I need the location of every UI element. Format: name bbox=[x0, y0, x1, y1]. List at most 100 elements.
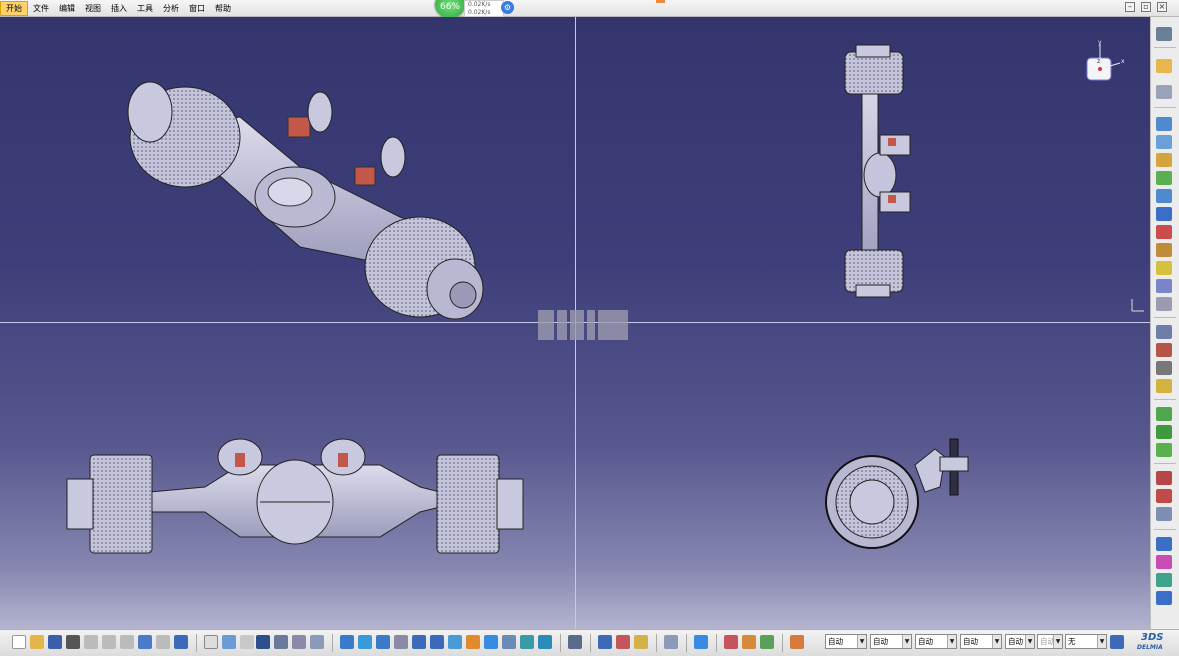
normal-view-icon[interactable] bbox=[448, 635, 462, 649]
3d-viewport[interactable]: y x z bbox=[0, 17, 1150, 629]
bottom-toolbar: 自动 ▼ 自动 ▼ 自动 ▼ 自动 ▼ 自动 ▼ 自动 ▼ 无 ▼ 3DS DELMIA bbox=[0, 629, 1179, 656]
existing-component-icon[interactable] bbox=[1156, 153, 1172, 167]
explode-icon[interactable] bbox=[1156, 279, 1172, 293]
compass-icon[interactable]: y x z bbox=[1080, 38, 1125, 88]
line-weight-dropdown[interactable]: 自动 ▼ bbox=[915, 634, 957, 649]
sectioning-icon[interactable] bbox=[1156, 343, 1172, 357]
insert-new-part-icon[interactable] bbox=[1156, 135, 1172, 149]
painter-icon[interactable] bbox=[1110, 635, 1124, 649]
fix-together-icon[interactable] bbox=[1156, 507, 1172, 521]
point-symbol-dropdown[interactable]: 自动 ▼ bbox=[1005, 634, 1035, 649]
measure-icon[interactable] bbox=[1156, 379, 1172, 393]
knowledge-icon[interactable] bbox=[240, 635, 254, 649]
manipulate-icon[interactable] bbox=[1156, 243, 1172, 257]
line-weight-dropdown-value: 自动 bbox=[918, 637, 933, 646]
hide-show-icon[interactable] bbox=[502, 635, 516, 649]
menu-analyze[interactable]: 分析 bbox=[158, 1, 184, 16]
replace-component-icon[interactable] bbox=[1156, 171, 1172, 185]
sections-icon[interactable] bbox=[310, 635, 324, 649]
new-document-icon[interactable] bbox=[12, 635, 26, 649]
snap-icon[interactable] bbox=[1156, 261, 1172, 275]
transparency-dropdown[interactable]: 自动 ▼ bbox=[870, 634, 912, 649]
graph-tree-icon[interactable] bbox=[1156, 189, 1172, 203]
offset-constraint-icon[interactable] bbox=[1156, 443, 1172, 457]
comment-icon[interactable] bbox=[222, 635, 236, 649]
layer-dropdown[interactable]: 无 ▼ bbox=[1065, 634, 1107, 649]
chevron-down-icon: ▼ bbox=[1025, 635, 1034, 648]
menu-edit[interactable]: 编辑 bbox=[54, 1, 80, 16]
workbench-icon[interactable] bbox=[1156, 27, 1172, 41]
formula-icon[interactable] bbox=[204, 635, 218, 649]
catalog-icon[interactable] bbox=[256, 635, 270, 649]
undo-icon[interactable] bbox=[138, 635, 152, 649]
fit-all-icon[interactable] bbox=[358, 635, 372, 649]
close-icon[interactable]: × bbox=[1157, 2, 1167, 12]
stop-manipulate-icon[interactable] bbox=[1156, 297, 1172, 311]
delmia-logo: 3DS DELMIA bbox=[1135, 632, 1175, 654]
menu-start[interactable]: 开始 bbox=[0, 0, 28, 16]
menu-view[interactable]: 视图 bbox=[80, 1, 106, 16]
environment-icon[interactable] bbox=[760, 635, 774, 649]
cut-icon[interactable] bbox=[84, 635, 98, 649]
angle-constraint-icon[interactable] bbox=[1156, 471, 1172, 485]
shading-with-edges-icon[interactable] bbox=[538, 635, 552, 649]
publication-icon[interactable] bbox=[1156, 591, 1172, 605]
restore-icon[interactable]: ▫ bbox=[1141, 2, 1151, 12]
tile-windows-icon[interactable] bbox=[568, 635, 582, 649]
color-dropdown[interactable]: 自动 ▼ bbox=[825, 634, 867, 649]
renumber-icon[interactable] bbox=[1156, 207, 1172, 221]
print-icon[interactable] bbox=[66, 635, 80, 649]
whats-this-icon[interactable] bbox=[174, 635, 188, 649]
insert-product-icon[interactable] bbox=[1156, 117, 1172, 131]
pan-icon[interactable] bbox=[376, 635, 390, 649]
redo-icon[interactable] bbox=[156, 635, 170, 649]
contact-constraint-icon[interactable] bbox=[1156, 425, 1172, 439]
cache-icon[interactable] bbox=[664, 635, 678, 649]
layer-dropdown-value: 无 bbox=[1068, 637, 1076, 646]
swap-space-icon[interactable] bbox=[520, 635, 534, 649]
copy-icon[interactable] bbox=[102, 635, 116, 649]
rendering-style-dropdown[interactable]: 自动 ▼ bbox=[1037, 634, 1063, 649]
annotation-icon[interactable] bbox=[1156, 573, 1172, 587]
menu-file[interactable]: 文件 bbox=[28, 1, 54, 16]
point-symbol-dropdown-value: 自动 bbox=[1008, 637, 1023, 646]
fix-component-icon[interactable] bbox=[1156, 489, 1172, 503]
network-percent-badge: 66% bbox=[435, 0, 465, 18]
distance-icon[interactable] bbox=[1156, 361, 1172, 375]
axle-isometric-view bbox=[127, 81, 484, 320]
design-table-icon[interactable] bbox=[274, 635, 288, 649]
measure-item-icon[interactable] bbox=[694, 635, 708, 649]
minimize-icon[interactable]: – bbox=[1125, 2, 1135, 12]
clearance-icon[interactable] bbox=[598, 635, 612, 649]
iso-view-icon[interactable] bbox=[466, 635, 480, 649]
select-icon[interactable] bbox=[1156, 59, 1172, 73]
clash-icon[interactable] bbox=[1156, 325, 1172, 339]
menu-tools[interactable]: 工具 bbox=[132, 1, 158, 16]
multi-instantiation-icon[interactable] bbox=[1156, 225, 1172, 239]
open-icon[interactable] bbox=[30, 635, 44, 649]
render-icon[interactable] bbox=[742, 635, 756, 649]
scene-icon[interactable] bbox=[1156, 555, 1172, 569]
light-icon[interactable] bbox=[634, 635, 648, 649]
accelerate-icon[interactable]: ⚙ bbox=[501, 1, 514, 14]
band-analysis-icon[interactable] bbox=[616, 635, 630, 649]
update-icon[interactable] bbox=[1156, 537, 1172, 551]
apply-material-icon[interactable] bbox=[724, 635, 738, 649]
paste-icon[interactable] bbox=[120, 635, 134, 649]
graphic-properties-icon[interactable] bbox=[790, 635, 804, 649]
axle-top-view bbox=[844, 44, 911, 298]
fly-mode-icon[interactable] bbox=[340, 635, 354, 649]
line-type-dropdown[interactable]: 自动 ▼ bbox=[960, 634, 1002, 649]
cut-select-icon[interactable] bbox=[1156, 85, 1172, 99]
save-icon[interactable] bbox=[48, 635, 62, 649]
rotate-icon[interactable] bbox=[394, 635, 408, 649]
network-speed-widget[interactable]: 66% 0.02K/s 0.02K/s ⚙ bbox=[435, 0, 515, 18]
menu-insert[interactable]: 插入 bbox=[106, 1, 132, 16]
shading-icon[interactable] bbox=[484, 635, 498, 649]
menu-window[interactable]: 窗口 bbox=[184, 1, 210, 16]
zoom-out-icon[interactable] bbox=[430, 635, 444, 649]
zoom-in-icon[interactable] bbox=[412, 635, 426, 649]
material-icon[interactable] bbox=[292, 635, 306, 649]
coincidence-constraint-icon[interactable] bbox=[1156, 407, 1172, 421]
menu-help[interactable]: 帮助 bbox=[210, 1, 236, 16]
